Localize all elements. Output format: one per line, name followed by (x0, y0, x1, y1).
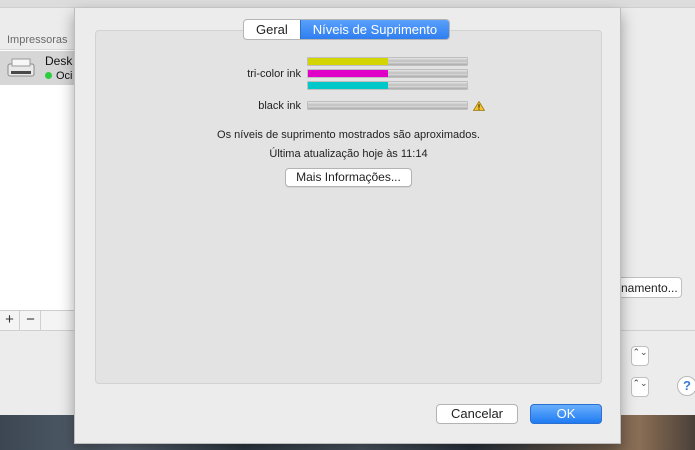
printer-settings-sheet: Geral Níveis de Suprimento tri-color ink… (74, 8, 621, 444)
level-fill-magenta (308, 70, 388, 77)
tab-supply-levels[interactable]: Níveis de Suprimento (299, 20, 450, 39)
default-printer-popup-arrows[interactable]: ⌃⌄ (631, 377, 649, 397)
level-fill-cyan (308, 82, 388, 89)
help-button[interactable]: ? (677, 376, 695, 396)
level-bar-black (307, 101, 468, 110)
tab-general[interactable]: Geral (244, 20, 300, 39)
options-supplies-button[interactable]: namento... (612, 277, 682, 298)
printer-status-text: Oci (56, 70, 73, 82)
warning-triangle-icon (473, 101, 485, 111)
default-paper-popup-arrows[interactable]: ⌃⌄ (631, 346, 649, 366)
level-fill-yellow (308, 58, 388, 65)
printer-status: Oci (45, 70, 73, 82)
tab-bar: Geral Níveis de Suprimento (243, 19, 451, 40)
cancel-button[interactable]: Cancelar (436, 404, 518, 424)
remove-printer-button[interactable]: − (21, 311, 41, 330)
printer-name: Desk (45, 54, 73, 68)
ok-button[interactable]: OK (530, 404, 602, 424)
supply-label-tricolor: tri-color ink (247, 68, 301, 80)
more-info-button[interactable]: Mais Informações... (285, 168, 412, 187)
add-printer-button[interactable]: + (0, 311, 20, 330)
status-dot-icon (45, 71, 52, 79)
last-update-text: Última atualização hoje às 11:14 (269, 148, 428, 160)
level-bar-cyan (307, 81, 468, 90)
printer-icon (7, 58, 35, 77)
level-bar-magenta (307, 69, 468, 78)
level-bar-yellow (307, 57, 468, 66)
approximate-levels-note: Os níveis de suprimento mostrados são ap… (217, 129, 480, 141)
window-top-strip (0, 0, 695, 8)
supply-label-black: black ink (258, 100, 301, 112)
